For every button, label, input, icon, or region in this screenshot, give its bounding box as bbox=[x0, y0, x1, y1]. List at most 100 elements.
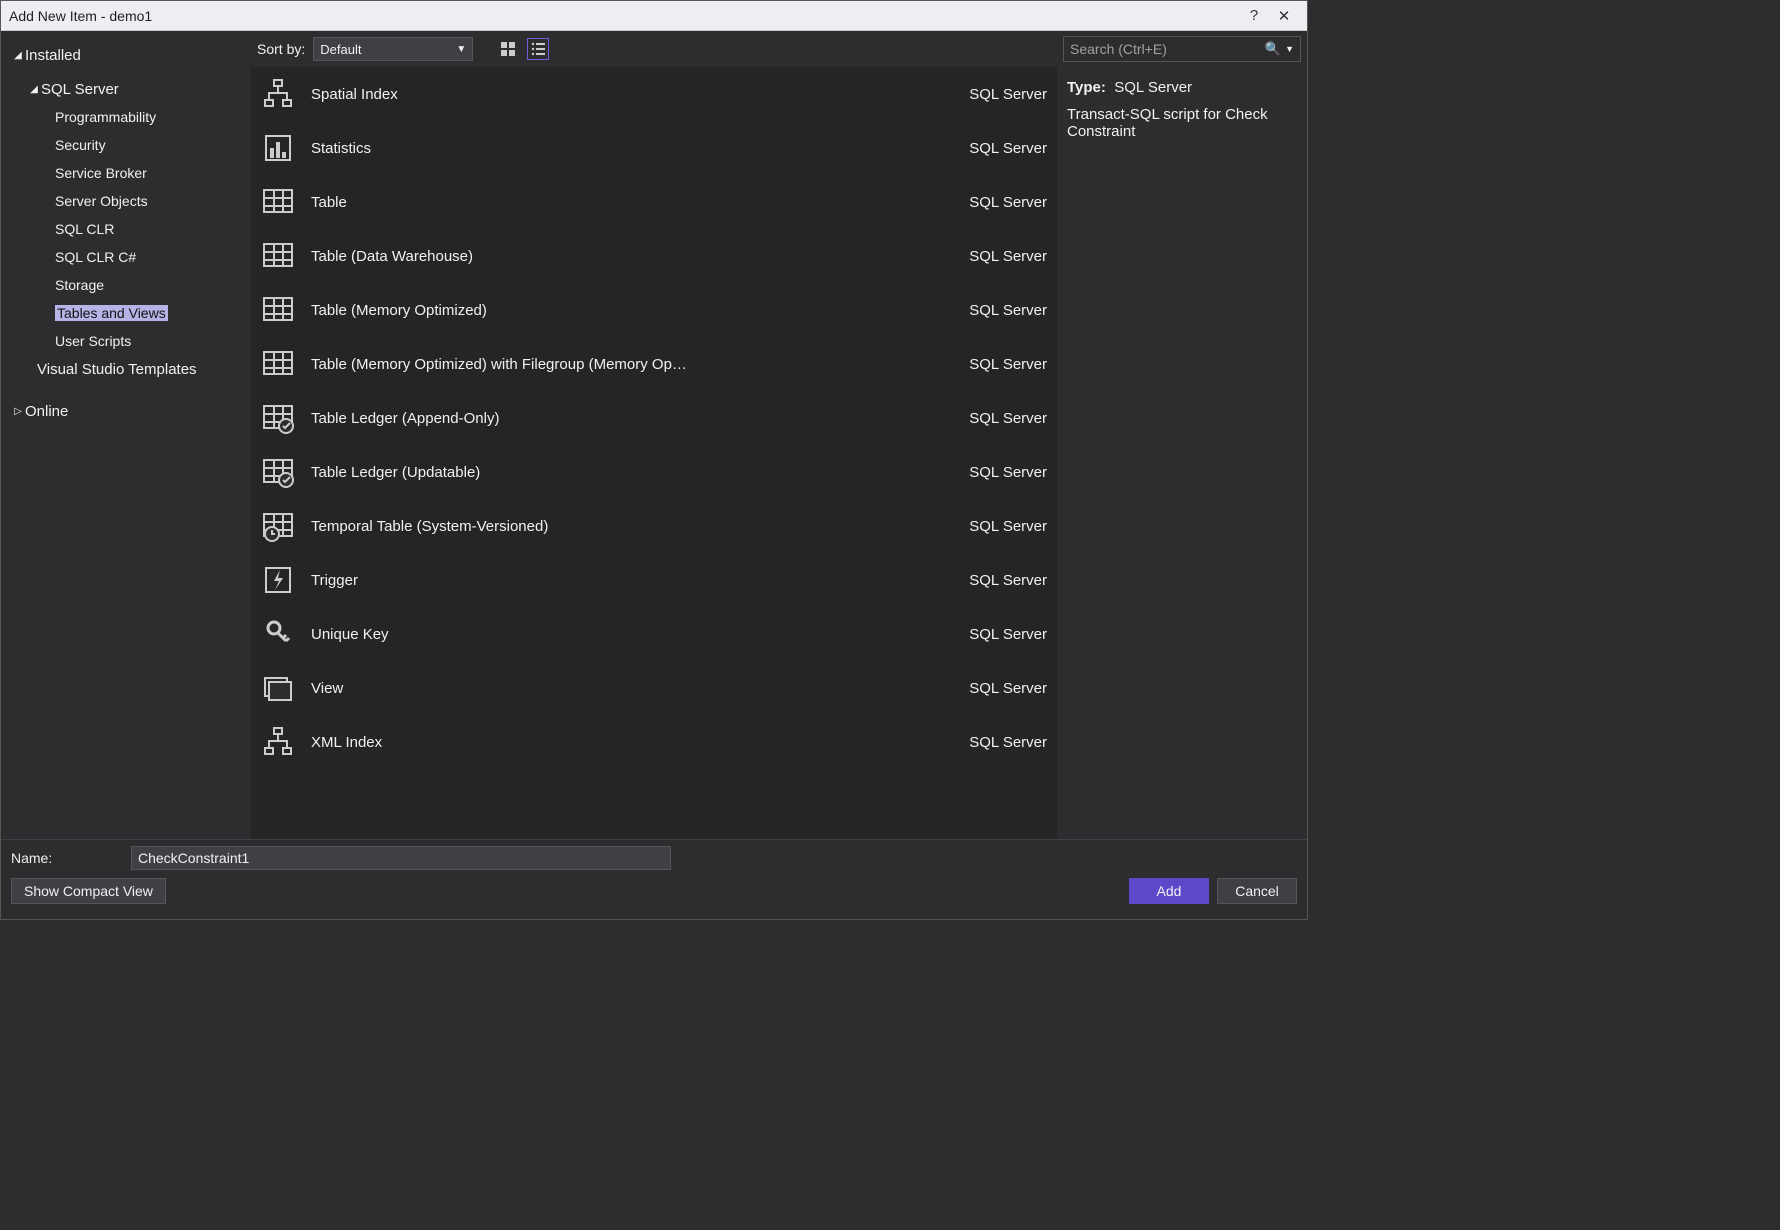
barchart-icon bbox=[261, 131, 295, 165]
button-label: Add bbox=[1157, 883, 1182, 899]
close-button[interactable]: ✕ bbox=[1269, 7, 1299, 25]
template-row[interactable]: XML IndexSQL Server bbox=[251, 715, 1057, 769]
template-category: SQL Server bbox=[937, 248, 1047, 265]
template-name: XML Index bbox=[311, 734, 937, 751]
template-row[interactable]: Table Ledger (Updatable)SQL Server bbox=[251, 445, 1057, 499]
template-row[interactable]: TriggerSQL Server bbox=[251, 553, 1057, 607]
template-category: SQL Server bbox=[937, 518, 1047, 535]
caret-down-icon: ◢ bbox=[27, 84, 41, 95]
template-category: SQL Server bbox=[937, 572, 1047, 589]
tree-label: SQL CLR C# bbox=[55, 249, 136, 265]
template-category: SQL Server bbox=[937, 194, 1047, 211]
template-name: Spatial Index bbox=[311, 86, 937, 103]
tree-label: User Scripts bbox=[55, 333, 131, 349]
help-button[interactable]: ? bbox=[1239, 7, 1269, 24]
template-row[interactable]: Temporal Table (System-Versioned)SQL Ser… bbox=[251, 499, 1057, 553]
name-label: Name: bbox=[11, 850, 121, 866]
sort-label: Sort by: bbox=[257, 41, 305, 57]
sort-value: Default bbox=[320, 42, 361, 57]
template-name: Statistics bbox=[311, 140, 937, 157]
template-category: SQL Server bbox=[937, 410, 1047, 427]
bolt-icon bbox=[261, 563, 295, 597]
tree-child-item[interactable]: Tables and Views bbox=[5, 299, 247, 327]
table-icon bbox=[261, 293, 295, 327]
tree-child-item[interactable]: SQL CLR bbox=[5, 215, 247, 243]
template-name: Table (Memory Optimized) with Filegroup … bbox=[311, 356, 937, 373]
template-category: SQL Server bbox=[937, 626, 1047, 643]
template-list[interactable]: Spatial IndexSQL ServerStatisticsSQL Ser… bbox=[251, 67, 1057, 839]
table-icon bbox=[261, 185, 295, 219]
tree-child-item[interactable]: Service Broker bbox=[5, 159, 247, 187]
add-button[interactable]: Add bbox=[1129, 878, 1209, 904]
view-icon bbox=[261, 671, 295, 705]
view-list-button[interactable] bbox=[527, 38, 549, 60]
table-icon bbox=[261, 347, 295, 381]
template-name: Table Ledger (Append-Only) bbox=[311, 410, 937, 427]
template-name: Table bbox=[311, 194, 937, 211]
tree-sqlserver[interactable]: ◢ SQL Server bbox=[5, 75, 247, 103]
tree-label: Tables and Views bbox=[55, 305, 168, 321]
tree-online[interactable]: ▷ Online bbox=[5, 397, 247, 425]
caret-right-icon: ▷ bbox=[11, 406, 25, 417]
template-row[interactable]: Unique KeySQL Server bbox=[251, 607, 1057, 661]
tree-child-item[interactable]: Security bbox=[5, 131, 247, 159]
tree-child-item[interactable]: SQL CLR C# bbox=[5, 243, 247, 271]
template-row[interactable]: Table (Memory Optimized) with Filegroup … bbox=[251, 337, 1057, 391]
template-row[interactable]: StatisticsSQL Server bbox=[251, 121, 1057, 175]
template-row[interactable]: Table (Data Warehouse)SQL Server bbox=[251, 229, 1057, 283]
chevron-down-icon: ▼ bbox=[456, 44, 466, 55]
cancel-button[interactable]: Cancel bbox=[1217, 878, 1297, 904]
template-category: SQL Server bbox=[937, 734, 1047, 751]
search-icon[interactable]: 🔍 bbox=[1265, 41, 1281, 57]
type-label: Type: bbox=[1067, 79, 1106, 96]
template-row[interactable]: TableSQL Server bbox=[251, 175, 1057, 229]
category-tree: ◢ Installed ◢ SQL Server Programmability… bbox=[1, 31, 251, 839]
template-category: SQL Server bbox=[937, 86, 1047, 103]
type-line: Type: SQL Server bbox=[1067, 79, 1297, 96]
button-label: Show Compact View bbox=[24, 883, 153, 899]
button-label: Cancel bbox=[1235, 883, 1279, 899]
show-compact-view-button[interactable]: Show Compact View bbox=[11, 878, 166, 904]
type-value: SQL Server bbox=[1114, 79, 1192, 96]
caret-down-icon: ◢ bbox=[11, 50, 25, 61]
tree-label: Installed bbox=[25, 47, 81, 64]
template-row[interactable]: ViewSQL Server bbox=[251, 661, 1057, 715]
type-description: Transact-SQL script for Check Constraint bbox=[1067, 106, 1297, 140]
table-icon bbox=[261, 239, 295, 273]
template-name: Temporal Table (System-Versioned) bbox=[311, 518, 937, 535]
template-category: SQL Server bbox=[937, 356, 1047, 373]
hierarchy-icon bbox=[261, 77, 295, 111]
template-row[interactable]: Spatial IndexSQL Server bbox=[251, 67, 1057, 121]
tree-vstemplates[interactable]: Visual Studio Templates bbox=[5, 355, 247, 383]
table-clock-icon bbox=[261, 509, 295, 543]
template-category: SQL Server bbox=[937, 464, 1047, 481]
tree-child-item[interactable]: Server Objects bbox=[5, 187, 247, 215]
template-row[interactable]: Table Ledger (Append-Only)SQL Server bbox=[251, 391, 1057, 445]
template-category: SQL Server bbox=[937, 302, 1047, 319]
titlebar: Add New Item - demo1 ? ✕ bbox=[1, 1, 1307, 31]
template-name: View bbox=[311, 680, 937, 697]
name-input[interactable] bbox=[131, 846, 671, 870]
template-name: Trigger bbox=[311, 572, 937, 589]
sort-toolbar: Sort by: Default ▼ bbox=[251, 31, 1057, 67]
tree-label: Visual Studio Templates bbox=[37, 361, 197, 378]
template-name: Table Ledger (Updatable) bbox=[311, 464, 937, 481]
template-category: SQL Server bbox=[937, 680, 1047, 697]
tree-child-item[interactable]: Storage bbox=[5, 271, 247, 299]
tree-label: Programmability bbox=[55, 109, 156, 125]
template-name: Unique Key bbox=[311, 626, 937, 643]
search-box[interactable]: 🔍 ▼ bbox=[1063, 36, 1301, 62]
window-title: Add New Item - demo1 bbox=[9, 8, 1239, 24]
tree-label: Storage bbox=[55, 277, 104, 293]
template-row[interactable]: Table (Memory Optimized)SQL Server bbox=[251, 283, 1057, 337]
tree-child-item[interactable]: Programmability bbox=[5, 103, 247, 131]
template-name: Table (Data Warehouse) bbox=[311, 248, 937, 265]
search-dropdown-icon[interactable]: ▼ bbox=[1285, 44, 1294, 54]
tree-child-item[interactable]: User Scripts bbox=[5, 327, 247, 355]
template-category: SQL Server bbox=[937, 140, 1047, 157]
view-grid-button[interactable] bbox=[497, 38, 519, 60]
tree-installed[interactable]: ◢ Installed bbox=[5, 41, 247, 69]
search-input[interactable] bbox=[1070, 41, 1265, 57]
tree-label: Server Objects bbox=[55, 193, 148, 209]
sort-dropdown[interactable]: Default ▼ bbox=[313, 37, 473, 61]
